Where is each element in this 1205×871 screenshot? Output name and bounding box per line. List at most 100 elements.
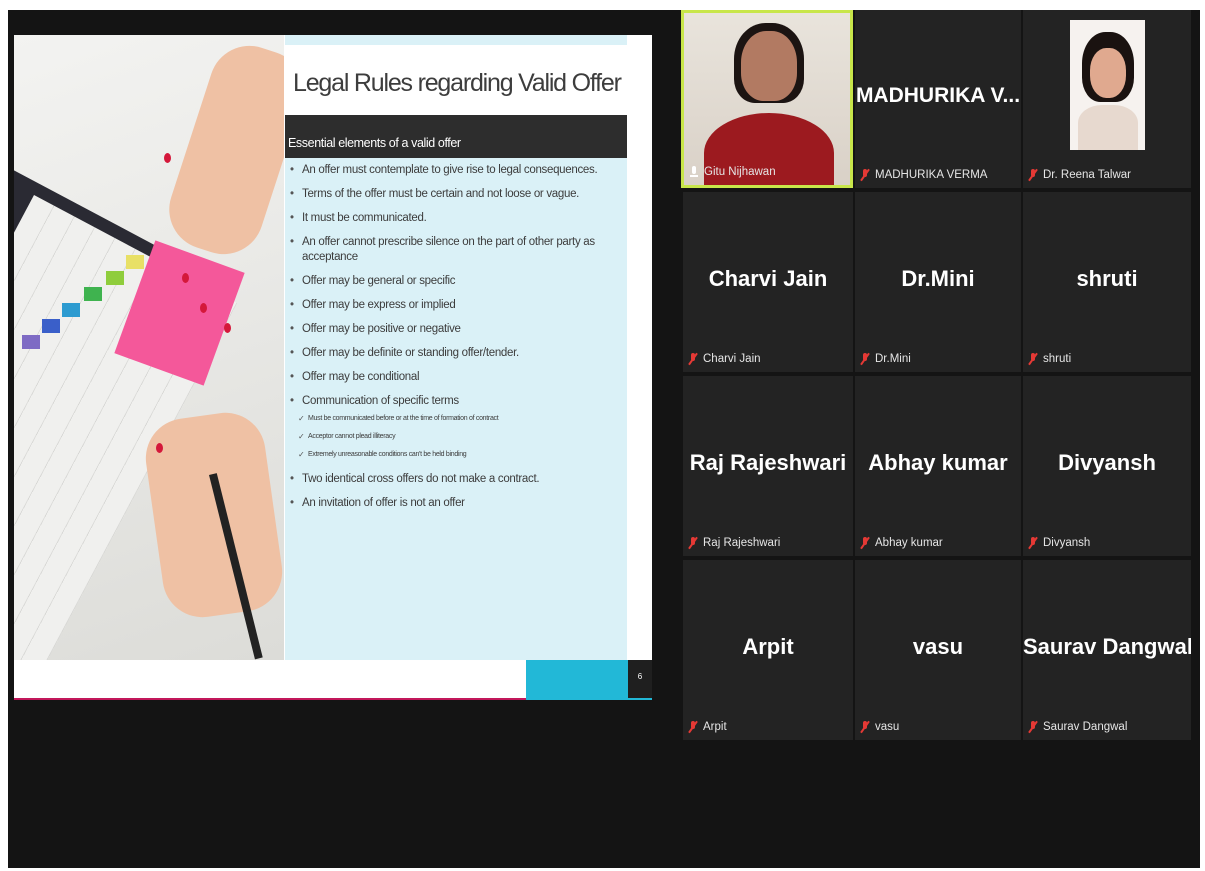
participant-label: Charvi Jain <box>687 353 761 365</box>
photo-shirt <box>1078 105 1138 150</box>
slide-footer <box>14 660 526 698</box>
participant-label: Divyansh <box>1027 537 1090 549</box>
meeting-window: Legal Rules regarding Valid Offer Essent… <box>8 10 1200 868</box>
slide-bullet: Offer may be express or implied <box>290 298 625 313</box>
muted-mic-icon <box>1027 353 1039 365</box>
slide-subheading: Essential elements of a valid offer <box>285 115 627 158</box>
slide-title-box: Legal Rules regarding Valid Offer <box>285 45 627 115</box>
participant-name: vasu <box>875 721 900 733</box>
binder-tab <box>106 271 124 285</box>
slide-title: Legal Rules regarding Valid Offer <box>293 69 622 97</box>
fingernail <box>156 443 163 453</box>
participant-tile[interactable]: Raj Rajeshwari Raj Rajeshwari <box>683 376 853 556</box>
binder-tab <box>42 319 60 333</box>
participant-tile[interactable]: Dr. Reena Talwar <box>1023 10 1191 188</box>
slide-stripe <box>14 698 526 700</box>
binder-tab <box>126 255 144 269</box>
fingernail <box>200 303 207 313</box>
participant-label: Dr. Reena Talwar <box>1027 169 1131 181</box>
participant-tile[interactable]: Abhay kumar Abhay kumar <box>855 376 1021 556</box>
participant-name: Divyansh <box>1043 537 1091 549</box>
slide-sub-bullet: Extremely unreasonable conditions can't … <box>298 450 625 460</box>
muted-mic-icon <box>687 721 699 733</box>
participant-name: Dr. Reena Talwar <box>1043 169 1131 181</box>
slide-bullet: It must be communicated. <box>290 211 625 226</box>
participant-name: Abhay kumar <box>875 537 943 549</box>
slide-photo <box>14 35 284 660</box>
participant-display-name: Raj Rajeshwari <box>689 449 847 475</box>
participant-tile[interactable]: Saurav Dangwal Saurav Dangwal <box>1023 560 1191 740</box>
slide-footer-accent <box>526 660 628 698</box>
participant-name: Saurav Dangwal <box>1043 721 1128 733</box>
participant-label: Dr.Mini <box>859 353 911 365</box>
muted-mic-icon <box>1027 169 1039 181</box>
hand-upper <box>158 35 284 265</box>
binder-tab <box>84 287 102 301</box>
participant-tile[interactable]: shruti shruti <box>1023 192 1191 372</box>
participant-display-name: Dr.Mini <box>901 265 975 291</box>
participant-display-name: Abhay kumar <box>868 449 1008 475</box>
participant-name: Arpit <box>703 721 727 733</box>
participant-tile[interactable]: Gitu Nijhawan <box>681 10 853 188</box>
slide-bullet: Offer may be definite or standing offer/… <box>290 346 625 361</box>
slide-sub-bullet: Must be communicated before or at the ti… <box>298 414 625 424</box>
muted-mic-icon <box>859 353 871 365</box>
participant-tile[interactable]: Dr.Mini Dr.Mini <box>855 192 1021 372</box>
participant-video <box>684 13 850 185</box>
profile-photo <box>1070 20 1145 150</box>
shared-slide[interactable]: Legal Rules regarding Valid Offer Essent… <box>14 35 652 700</box>
fingernail <box>182 273 189 283</box>
participant-name: MADHURIKA VERMA <box>875 169 988 181</box>
muted-mic-icon <box>687 353 699 365</box>
participant-name: shruti <box>1043 353 1072 365</box>
slide-bullet: An invitation of offer is not an offer <box>290 496 625 511</box>
slide-sub-bullet: Acceptor cannot plead illiteracy <box>298 432 625 442</box>
participant-name: Gitu Nijhawan <box>704 166 776 178</box>
participant-display-name: shruti <box>1076 265 1138 291</box>
participant-display-name: Arpit <box>742 633 794 659</box>
participant-label: Arpit <box>687 721 727 733</box>
participant-label: MADHURIKA VERMA <box>859 169 987 181</box>
participant-label: shruti <box>1027 353 1071 365</box>
fingernail <box>164 153 171 163</box>
slide-bullet: Two identical cross offers do not make a… <box>290 472 625 487</box>
binder-tab <box>22 335 40 349</box>
microphone-icon <box>688 166 700 178</box>
slide-bullet: Terms of the offer must be certain and n… <box>290 187 625 202</box>
slide-bullet: Communication of specific terms <box>290 394 625 409</box>
participant-label: Raj Rajeshwari <box>687 537 780 549</box>
participant-tile[interactable]: MADHURIKA V... MADHURIKA VERMA <box>855 10 1021 188</box>
participant-name: Raj Rajeshwari <box>703 537 781 549</box>
slide-bullet: Offer may be general or specific <box>290 274 625 289</box>
slide-page-box: 6 <box>628 660 652 700</box>
slide-bullet: Offer may be positive or negative <box>290 322 625 337</box>
slide-bullet: An offer cannot prescribe silence on the… <box>290 235 625 265</box>
muted-mic-icon <box>859 537 871 549</box>
slide-bullet: An offer must contemplate to give rise t… <box>290 163 625 178</box>
muted-mic-icon <box>859 721 871 733</box>
participant-display-name: vasu <box>912 633 964 659</box>
participant-name: Charvi Jain <box>703 353 761 365</box>
participant-display-name: Charvi Jain <box>708 265 828 291</box>
fingernail <box>224 323 231 333</box>
muted-mic-icon <box>687 537 699 549</box>
muted-mic-icon <box>859 169 871 181</box>
participant-label: vasu <box>859 721 899 733</box>
photo-face <box>1090 48 1126 98</box>
person-face <box>741 31 797 101</box>
slide-page-number: 6 <box>637 672 643 681</box>
muted-mic-icon <box>1027 537 1039 549</box>
slide-bullet: Offer may be conditional <box>290 370 625 385</box>
participant-tile[interactable]: Arpit Arpit <box>683 560 853 740</box>
participant-tile[interactable]: Charvi Jain Charvi Jain <box>683 192 853 372</box>
participant-display-name: Saurav Dangwal <box>1023 633 1191 659</box>
participant-label: Saurav Dangwal <box>1027 721 1127 733</box>
hand-lower <box>140 407 284 623</box>
participant-tile[interactable]: Divyansh Divyansh <box>1023 376 1191 556</box>
participant-name: Dr.Mini <box>875 353 911 365</box>
slide-stripe <box>526 698 652 700</box>
binder-tab <box>62 303 80 317</box>
participant-display-name: MADHURIKA V... <box>855 84 1021 108</box>
slide-bullet-list: An offer must contemplate to give rise t… <box>290 163 625 520</box>
participant-tile[interactable]: vasu vasu <box>855 560 1021 740</box>
